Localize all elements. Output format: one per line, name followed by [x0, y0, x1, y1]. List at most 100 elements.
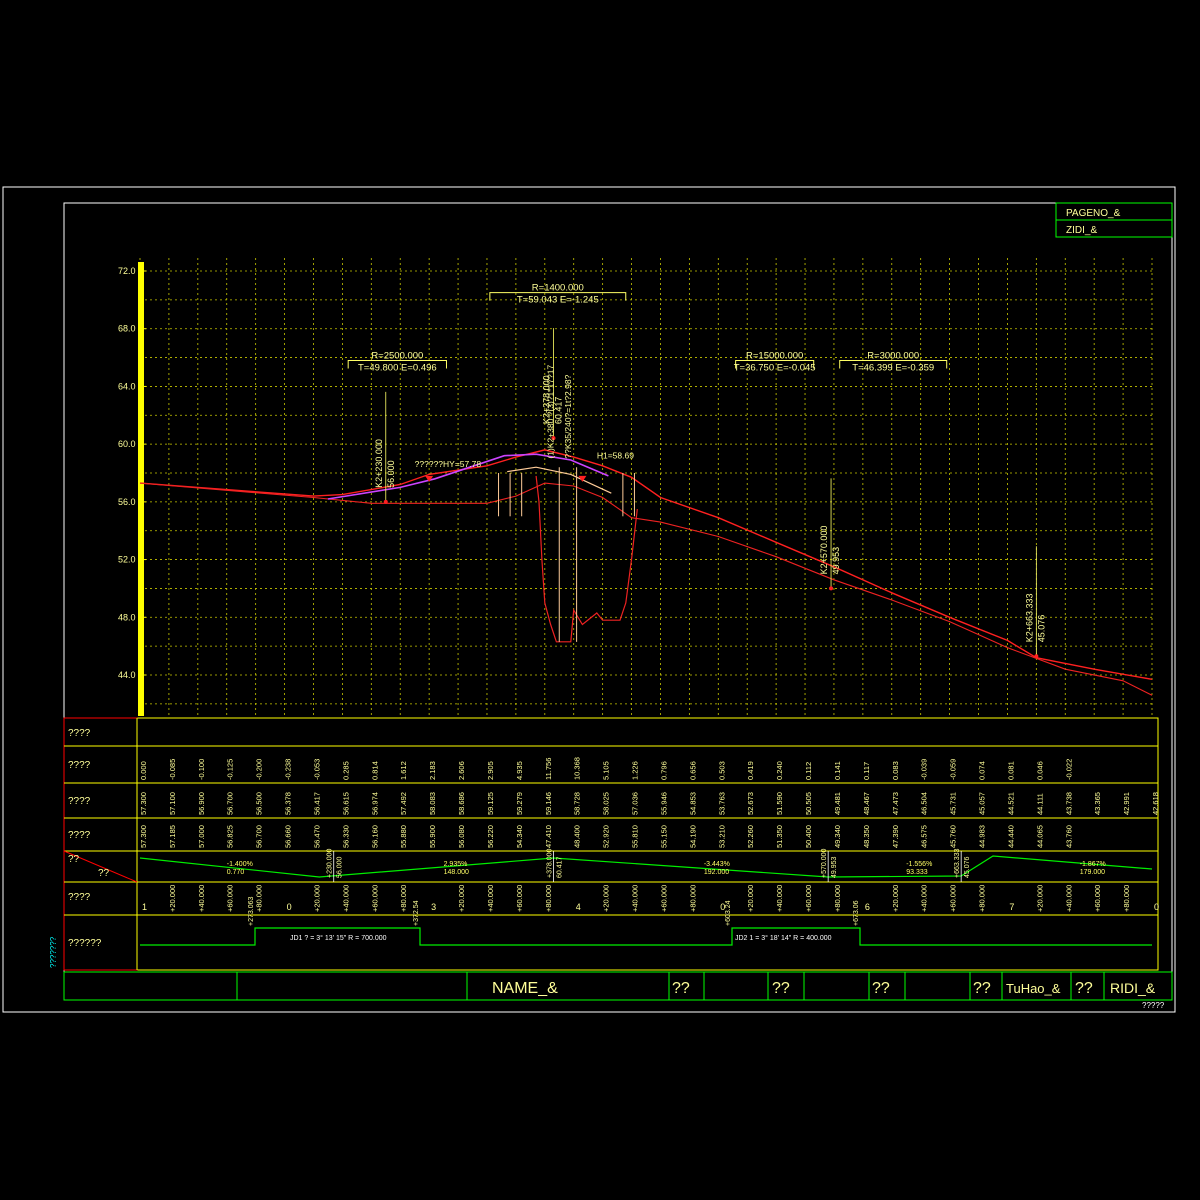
station-label: +60.000 [370, 885, 379, 912]
ground-elev-value: 55.150 [659, 825, 668, 848]
design-elev-value: 57.036 [631, 792, 640, 815]
grade-marker-elev: 56.000 [337, 856, 344, 878]
cut-fill-value: -0.053 [312, 759, 321, 780]
design-elev-value: 57.100 [168, 792, 177, 815]
station-label: +80.000 [544, 885, 553, 912]
cut-fill-value: 2.606 [457, 761, 466, 780]
alignment-marker: +603.24 [725, 900, 732, 926]
design-elev-value: 46.504 [920, 792, 929, 815]
station-label: +40.000 [1064, 885, 1073, 912]
row-label-2: ???? [68, 760, 91, 771]
station-label: +80.000 [1122, 885, 1131, 912]
design-elev-value: 55.946 [659, 792, 668, 815]
grade-percent: 2.935% [444, 861, 468, 868]
design-elev-value: 56.500 [255, 792, 264, 815]
point-elev-label: 56.000 [386, 460, 396, 488]
station-label: 4 [576, 902, 581, 912]
design-elev-value: 45.057 [978, 792, 987, 815]
point-marker [829, 586, 834, 591]
design-elev-value: 56.700 [226, 792, 235, 815]
design-elev-value: 59.125 [486, 792, 495, 815]
vertical-curves: R=2500.000T=49.800 E=0.496 R=1400.000T=59… [347, 283, 948, 373]
station-label: +40.000 [197, 885, 206, 912]
station-label: +20.000 [312, 885, 321, 912]
ground-elev-value: 48.350 [862, 825, 871, 848]
ground-elev-value: 54.340 [515, 825, 524, 848]
series-line-2 [139, 482, 1153, 696]
ground-elev-value: 46.575 [920, 825, 929, 848]
curve-params-label: T=36.750 E=-0.045 [734, 362, 816, 373]
ground-elev-value: 56.330 [341, 825, 350, 848]
cut-fill-value: 11.756 [544, 758, 553, 780]
design-elev-value: 58.083 [428, 792, 437, 815]
annotation-label: H1=58.69 [597, 451, 634, 461]
grade-length: 179.000 [1080, 869, 1105, 876]
cut-fill-value: -0.039 [920, 759, 929, 780]
y-axis: 72.0 68.0 64.0 60.0 56.0 52.0 48.0 44.0 [118, 262, 146, 716]
cut-fill-value: 0.814 [370, 761, 379, 780]
design-elev-value: 56.378 [284, 792, 293, 815]
title-block-bottom: NAME_& ?? ?? ?? ?? TuHao_& ?? RIDI_& [63, 971, 1173, 1001]
ground-elev-value: 47.410 [544, 825, 553, 848]
design-elev-value: 57.492 [399, 792, 408, 815]
station-label: +80.000 [978, 885, 987, 912]
cut-fill-value: -0.059 [949, 759, 958, 780]
label-3: ?? [872, 980, 890, 997]
grade-percent: -3.443% [704, 861, 730, 868]
station-label: 0 [287, 902, 292, 912]
ground-elev-value: 44.983 [978, 825, 987, 848]
station-label: +40.000 [775, 885, 784, 912]
design-elev-value: 48.467 [862, 792, 871, 815]
station-label: 1 [142, 902, 147, 912]
station-label: +60.000 [659, 885, 668, 912]
design-elev-value: 51.590 [775, 792, 784, 815]
y-axis-bar [138, 262, 144, 716]
ground-elev-value: 56.160 [370, 825, 379, 848]
design-elev-value: 44.521 [1006, 792, 1015, 815]
ground-elev-value: 49.340 [833, 825, 842, 848]
cut-fill-value: 0.285 [341, 761, 350, 780]
ground-elev-value: 52.260 [746, 825, 755, 848]
cut-fill-value: 0.141 [833, 761, 842, 780]
row-label-6: ?? [98, 868, 110, 879]
row-label-1: ???? [68, 728, 91, 739]
ground-elev-value: 56.660 [284, 825, 293, 848]
label-4: ?? [973, 980, 991, 997]
design-elev-value: 42.618 [1151, 792, 1160, 815]
design-elev-value: 58.025 [602, 792, 611, 815]
point-station-label: K2+663.333 [1024, 593, 1034, 642]
ground-elev-value: 56.080 [457, 825, 466, 848]
cut-fill-value: 2.183 [428, 761, 437, 780]
cut-fill-value: 0.117 [862, 762, 871, 780]
ridi-text: RIDI_& [1110, 980, 1156, 996]
design-elev-value: 59.146 [544, 792, 553, 815]
annotations: K2+230.000 56.000K2+378.000 60.417K2+570.0… [374, 328, 1046, 659]
design-elev-value: 44.111 [1035, 793, 1044, 815]
station-label: +40.000 [920, 885, 929, 912]
row-label-5: ?? [68, 854, 80, 865]
station-label: +60.000 [949, 885, 958, 912]
alignment-marker: +673.06 [853, 900, 860, 926]
grade-length: 192.000 [704, 869, 729, 876]
grade-marker-station: +570.000 [821, 849, 828, 878]
design-elev-value: 42.991 [1122, 792, 1131, 815]
y-tick-label: 60.0 [118, 439, 136, 449]
y-tick-label: 64.0 [118, 381, 136, 391]
cut-fill-value: 0.081 [1006, 761, 1015, 780]
ground-elev-value: 56.470 [312, 825, 321, 848]
station-label: +60.000 [515, 885, 524, 912]
ground-elev-value: 43.760 [1064, 825, 1073, 848]
station-label: +40.000 [631, 885, 640, 912]
row-label-7: ???? [68, 892, 91, 903]
ground-elev-value: 47.390 [891, 825, 900, 848]
y-tick-label: 44.0 [118, 670, 136, 680]
alignment-label: JD1 ? = 3° 13' 15" R = 700.000 [290, 934, 387, 942]
ground-elev-value: 57.000 [197, 825, 206, 848]
cut-fill-value: 0.240 [775, 761, 784, 780]
alignment-marker: +372.54 [413, 900, 420, 926]
ground-elev-value: 56.825 [226, 825, 235, 848]
cut-fill-value: -0.125 [226, 759, 235, 780]
design-elev-value: 58.686 [457, 792, 466, 815]
point-station-label: K2+230.000 [374, 439, 384, 488]
label-1: ?? [672, 980, 690, 997]
